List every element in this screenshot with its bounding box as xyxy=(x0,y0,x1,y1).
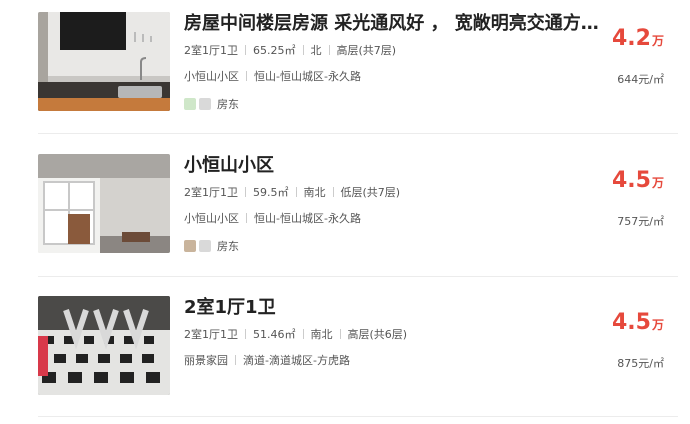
community-link[interactable]: 小恒山小区 xyxy=(184,212,239,225)
listing-location: 丽景家园 滴道-滴道城区-方虎路 xyxy=(184,352,350,368)
listing-meta: 2室1厅1卫 59.5㎡ 南北 低层(共7层) xyxy=(184,184,400,200)
price-unit: 万 xyxy=(651,34,664,48)
floor-text: 高层(共6层) xyxy=(347,328,408,341)
area-text: 65.25㎡ xyxy=(253,44,296,57)
listing-title[interactable]: 2室1厅1卫 xyxy=(184,293,604,319)
agent-label: 房东 xyxy=(217,240,239,253)
listing-card[interactable]: 2室1厅1卫 2室1厅1卫 51.46㎡ 南北 高层(共6层) 丽景家园 滴道-滴道城区… xyxy=(0,284,690,424)
avatar xyxy=(184,98,196,110)
price-value: 4.5 xyxy=(612,168,651,193)
agent-info: 房东 xyxy=(184,96,239,111)
listing-card[interactable]: 小恒山小区 2室1厅1卫 59.5㎡ 南北 低层(共7层) 小恒山小区 恒山-恒山城区-… xyxy=(0,142,690,282)
orientation-text: 北 xyxy=(310,44,322,57)
area-text: 59.5㎡ xyxy=(253,186,289,199)
listing-photo[interactable] xyxy=(38,12,170,111)
listing-list: 房屋中间楼层房源 采光通风好 ， 宽敞明亮交通方… 2室1厅1卫 65.25㎡北高… xyxy=(0,0,690,420)
listing-location: 小恒山小区 恒山-恒山城区-永久路 xyxy=(184,210,361,226)
agent-avatar-badge xyxy=(199,98,211,110)
price-unit: 万 xyxy=(651,176,664,190)
avatar xyxy=(184,240,196,252)
listing-photo[interactable] xyxy=(38,296,170,395)
listing-title[interactable]: 小恒山小区 xyxy=(184,151,604,177)
listing-meta: 2室1厅1卫 51.46㎡ 南北 高层(共6层) xyxy=(184,326,407,342)
orientation-text: 南北 xyxy=(303,186,326,199)
price-value: 4.2 xyxy=(612,26,651,51)
listing-title[interactable]: 房屋中间楼层房源 采光通风好 ， 宽敞明亮交通方… xyxy=(184,9,604,35)
layout-text: 2室1厅1卫 xyxy=(184,44,238,57)
divider xyxy=(38,133,678,134)
district-text: 恒山-恒山城区-永久路 xyxy=(254,70,361,83)
area-text: 51.46㎡ xyxy=(253,328,296,341)
community-link[interactable]: 小恒山小区 xyxy=(184,70,239,83)
divider xyxy=(38,416,678,417)
community-link[interactable]: 丽景家园 xyxy=(184,354,228,367)
floor-text: 高层(共7层) xyxy=(336,44,397,57)
total-price: 4.5万 xyxy=(612,310,664,335)
total-price: 4.2万 xyxy=(612,26,664,51)
price-value: 4.5 xyxy=(612,310,651,335)
unit-price: 757元/㎡ xyxy=(617,215,664,228)
divider xyxy=(38,276,678,277)
unit-price: 875元/㎡ xyxy=(617,357,664,370)
unit-price: 644元/㎡ xyxy=(617,73,664,86)
listing-photo[interactable] xyxy=(38,154,170,253)
listing-location: 小恒山小区 恒山-恒山城区-永久路 xyxy=(184,68,361,84)
layout-text: 2室1厅1卫 xyxy=(184,186,238,199)
listing-meta: 2室1厅1卫 65.25㎡ 北 高层(共7层) xyxy=(184,42,396,58)
price-unit: 万 xyxy=(651,318,664,332)
district-text: 恒山-恒山城区-永久路 xyxy=(254,212,361,225)
layout-text: 2室1厅1卫 xyxy=(184,328,238,341)
agent-avatar-badge xyxy=(199,240,211,252)
orientation-text: 南北 xyxy=(310,328,333,341)
total-price: 4.5万 xyxy=(612,168,664,193)
listing-card[interactable]: 房屋中间楼层房源 采光通风好 ， 宽敞明亮交通方… 2室1厅1卫 65.25㎡ 北 高… xyxy=(0,0,690,140)
agent-label: 房东 xyxy=(217,98,239,111)
agent-info: 房东 xyxy=(184,238,239,253)
floor-text: 低层(共7层) xyxy=(340,186,401,199)
district-text: 滴道-滴道城区-方虎路 xyxy=(243,354,350,367)
